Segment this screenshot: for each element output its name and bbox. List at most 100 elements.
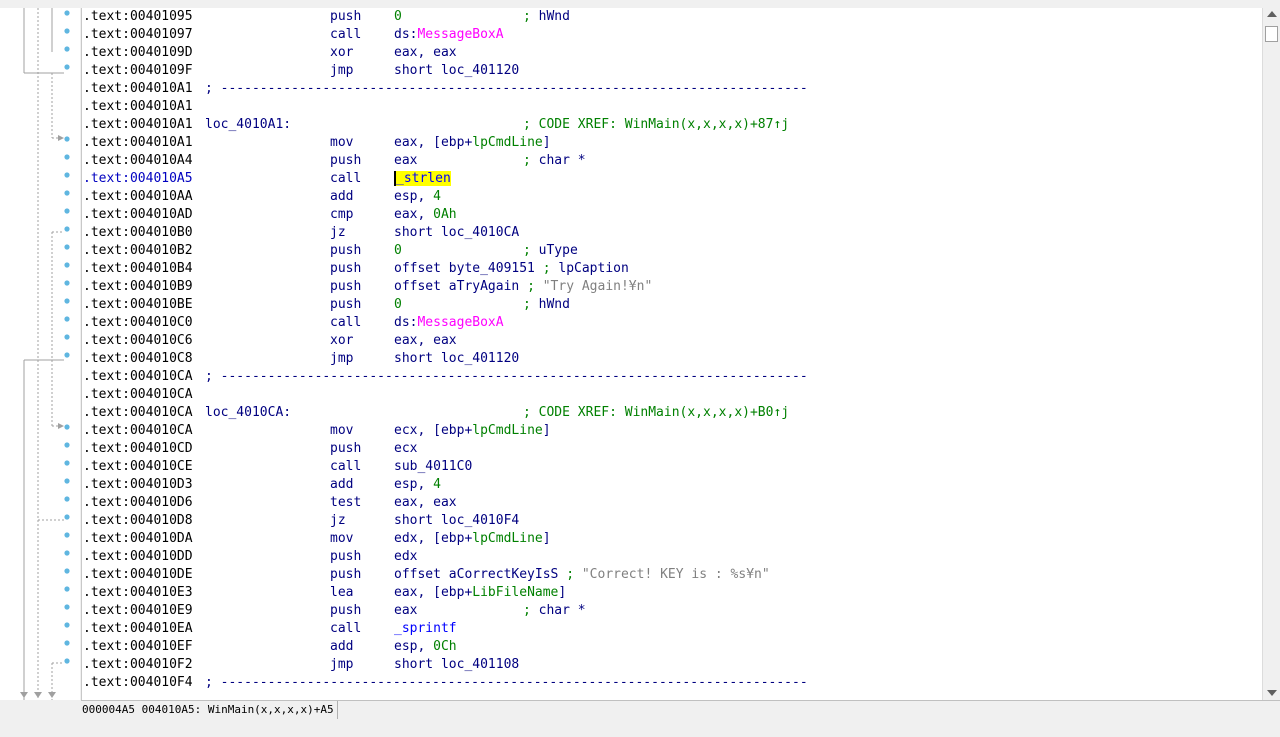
operands[interactable]: offset aCorrectKeyIsS ; "Correct! KEY is… (394, 566, 770, 584)
listing-row[interactable]: .text:004010CD push ecx (82, 440, 1263, 458)
operands[interactable]: _strlen (394, 170, 451, 188)
code-label[interactable]: loc_4010CA: (205, 404, 291, 422)
operand-token[interactable]: ] (558, 585, 566, 600)
operand-token[interactable]: "Correct! KEY is : %s¥n" (582, 567, 770, 582)
listing-row[interactable]: .text:004010EF add esp, 0Ch (82, 638, 1263, 656)
operand-token[interactable]: edx (394, 549, 417, 564)
operands[interactable]: short loc_4010CA (394, 224, 519, 242)
operands[interactable]: eax (394, 152, 417, 170)
operand-token[interactable]: ecx, [ebp+ (394, 423, 472, 438)
listing-row[interactable]: .text:004010D3 add esp, 4 (82, 476, 1263, 494)
listing-row[interactable]: .text:004010E3 lea eax, [ebp+LibFileName] (82, 584, 1263, 602)
listing-row[interactable]: .text:004010DE push offset aCorrectKeyIsS … (82, 566, 1263, 584)
operand-token[interactable]: ds: (394, 315, 417, 330)
operand-token[interactable]: short loc_401108 (394, 657, 519, 672)
operand-token[interactable]: lpCaption (558, 261, 628, 276)
listing-row[interactable]: .text:004010C6 xor eax, eax (82, 332, 1263, 350)
listing-row[interactable]: .text:004010A1 ; ------------------------… (82, 80, 1263, 98)
operand-token[interactable]: 0 (394, 9, 402, 24)
operand-token[interactable]: 0Ah (433, 207, 456, 222)
operand-token[interactable]: ; (566, 567, 582, 582)
operand-token[interactable]: "Try Again!¥n" (543, 279, 653, 294)
operand-token[interactable]: 0 (394, 243, 402, 258)
operand-token[interactable]: _sprintf (394, 621, 457, 636)
listing-row[interactable]: .text:004010AA add esp, 4 (82, 188, 1263, 206)
operands[interactable]: short loc_401108 (394, 656, 519, 674)
operand-token[interactable]: esp, (394, 639, 433, 654)
operands[interactable]: 0 (394, 242, 402, 260)
listing-row[interactable]: .text:004010DD push edx (82, 548, 1263, 566)
listing-row[interactable]: .text:004010CE call sub_4011C0 (82, 458, 1263, 476)
scroll-down-arrow-icon[interactable] (1267, 690, 1277, 696)
operand-token[interactable]: 0 (394, 297, 402, 312)
listing-row[interactable]: .text:004010DA mov edx, [ebp+lpCmdLine] (82, 530, 1263, 548)
listing-row[interactable]: .text:004010B0 jz short loc_4010CA (82, 224, 1263, 242)
operands[interactable]: eax, eax (394, 494, 457, 512)
operand-token[interactable]: eax, eax (394, 495, 457, 510)
operands[interactable]: eax, eax (394, 332, 457, 350)
operand-token[interactable]: ] (543, 423, 551, 438)
operands[interactable]: sub_4011C0 (394, 458, 472, 476)
listing-row[interactable]: .text:004010E9 push eax; char * (82, 602, 1263, 620)
listing-row[interactable]: .text:00401095 push 0; hWnd (82, 8, 1263, 26)
operands[interactable]: eax, 0Ah (394, 206, 457, 224)
listing-row[interactable]: .text:004010CA ; ------------------------… (82, 368, 1263, 386)
operand-token[interactable]: offset byte_409151 (394, 261, 543, 276)
operand-token[interactable]: ] (543, 531, 551, 546)
operands[interactable]: eax, eax (394, 44, 457, 62)
operands[interactable]: esp, 0Ch (394, 638, 457, 656)
operands[interactable]: esp, 4 (394, 476, 441, 494)
operand-token[interactable]: eax (394, 153, 417, 168)
operands[interactable]: _sprintf (394, 620, 457, 638)
operand-token[interactable]: 0Ch (433, 639, 456, 654)
operand-token[interactable]: short loc_4010F4 (394, 513, 519, 528)
listing-row[interactable]: .text:004010F4 ; ------------------------… (82, 674, 1263, 692)
operand-token[interactable]: esp, (394, 189, 433, 204)
operands[interactable]: edx (394, 548, 417, 566)
operand-token[interactable]: lpCmdLine (472, 531, 542, 546)
disassembly-listing[interactable]: .text:00401095 push 0; hWnd .text:00401097 c… (81, 8, 1263, 700)
operands[interactable]: short loc_401120 (394, 350, 519, 368)
listing-row[interactable]: .text:004010AD cmp eax, 0Ah (82, 206, 1263, 224)
operand-token[interactable]: 4 (433, 477, 441, 492)
listing-row[interactable]: .text:004010A1 mov eax, [ebp+lpCmdLine] (82, 134, 1263, 152)
operands[interactable]: eax (394, 602, 417, 620)
operand-token[interactable]: eax, (394, 207, 433, 222)
scroll-up-arrow-icon[interactable] (1267, 11, 1277, 17)
operands[interactable]: short loc_4010F4 (394, 512, 519, 530)
operand-token[interactable]: ; (543, 261, 559, 276)
operand-token[interactable]: offset aTryAgain (394, 279, 527, 294)
listing-row[interactable]: .text:004010A1 loc_4010A1: ; CODE XREF: Wi… (82, 116, 1263, 134)
listing-row[interactable]: .text:004010C8 jmp short loc_401120 (82, 350, 1263, 368)
operand-token[interactable]: ds: (394, 27, 417, 42)
operands[interactable]: eax, [ebp+lpCmdLine] (394, 134, 551, 152)
operands[interactable]: eax, [ebp+LibFileName] (394, 584, 566, 602)
operand-token[interactable]: eax (394, 603, 417, 618)
operand-token[interactable]: ] (543, 135, 551, 150)
operand-token[interactable]: sub_4011C0 (394, 459, 472, 474)
operands[interactable]: 0 (394, 8, 402, 26)
operand-token[interactable]: eax, eax (394, 45, 457, 60)
operand-token[interactable]: ecx (394, 441, 417, 456)
listing-row[interactable]: .text:004010B2 push 0; uType (82, 242, 1263, 260)
listing-row[interactable]: .text:004010D8 jz short loc_4010F4 (82, 512, 1263, 530)
operand-token[interactable]: eax, [ebp+ (394, 135, 472, 150)
listing-row[interactable]: .text:004010B4 push offset byte_409151 ; l… (82, 260, 1263, 278)
code-label[interactable]: loc_4010A1: (205, 116, 291, 134)
operand-token[interactable]: lpCmdLine (472, 135, 542, 150)
listing-row[interactable]: .text:0040109F jmp short loc_401120 (82, 62, 1263, 80)
operand-token[interactable]: 4 (433, 189, 441, 204)
listing-row[interactable]: .text:004010CA (82, 386, 1263, 404)
listing-row[interactable]: .text:004010A4 push eax; char * (82, 152, 1263, 170)
operand-token[interactable]: LibFileName (472, 585, 558, 600)
operand-token[interactable]: edx, [ebp+ (394, 531, 472, 546)
listing-row[interactable]: .text:004010EA call _sprintf (82, 620, 1263, 638)
operand-token[interactable]: _strlen (394, 171, 451, 186)
operands[interactable]: offset aTryAgain ; "Try Again!¥n" (394, 278, 652, 296)
operands[interactable]: ds:MessageBoxA (394, 314, 504, 332)
listing-row[interactable]: .text:004010BE push 0; hWnd (82, 296, 1263, 314)
operand-token[interactable]: short loc_401120 (394, 351, 519, 366)
listing-row[interactable]: .text:004010CA loc_4010CA: ; CODE XREF: Wi… (82, 404, 1263, 422)
operand-token[interactable]: short loc_401120 (394, 63, 519, 78)
listing-row[interactable]: .text:0040109D xor eax, eax (82, 44, 1263, 62)
